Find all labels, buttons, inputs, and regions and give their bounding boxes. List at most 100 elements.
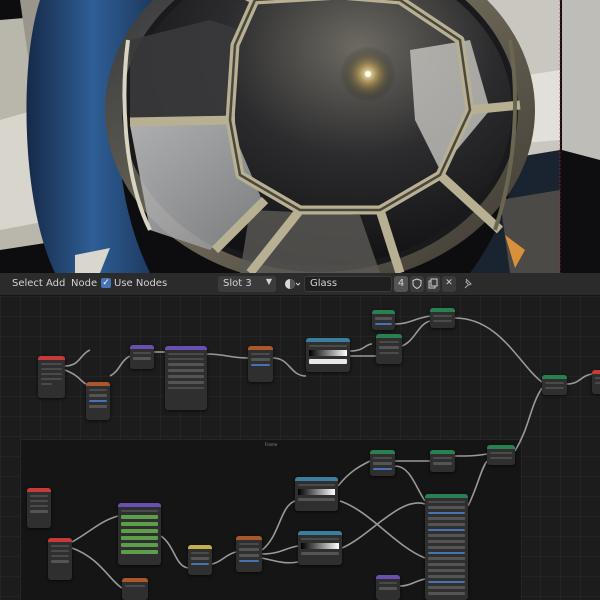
chevron-down-icon: ▼ [265,277,272,286]
material-name-field[interactable]: Glass [304,276,392,292]
node-header[interactable] [248,346,273,350]
node-mix-shader-final[interactable] [542,375,567,395]
node-header[interactable] [165,346,207,350]
node-socket-row [251,353,270,355]
node-header[interactable] [592,370,600,374]
node-header[interactable] [376,334,402,338]
node-socket-row [298,484,335,486]
node-header[interactable] [430,450,455,454]
node-socket-row [379,587,397,590]
node-frame-texcoord[interactable] [27,488,51,528]
node-header[interactable] [425,494,468,498]
node-material-output[interactable] [592,370,600,394]
node-header[interactable] [130,345,154,349]
node-frame-principled-group[interactable] [118,503,161,565]
node-header[interactable] [487,445,515,449]
node-frame-color-ramp-b[interactable] [298,531,342,565]
sphere-material-icon [285,279,301,289]
duplicate-icon[interactable] [426,276,440,292]
node-link [109,355,131,377]
node-mix-shader[interactable] [376,334,402,364]
node-header[interactable] [86,382,110,386]
node-frame-add-shader[interactable] [487,445,515,465]
node-header[interactable] [295,477,338,481]
node-socket-row [428,534,465,537]
node-mapping[interactable] [86,382,110,420]
node-texture-coordinate[interactable] [38,356,65,398]
node-add-shader[interactable] [430,308,455,328]
node-socket-row [239,548,259,551]
node-socket-row [301,552,339,555]
node-header[interactable] [236,536,262,540]
node-socket-row [30,505,48,507]
node-frame-principled-bsdf[interactable] [425,494,468,600]
node-frame-vector[interactable] [376,575,400,600]
node-socket-row [191,563,209,565]
node-header[interactable] [188,545,212,549]
menu-add[interactable]: Add [46,278,65,289]
node-socket-row [433,315,452,317]
node-socket-row [30,510,48,513]
node-header[interactable] [372,310,395,314]
use-nodes-checkbox[interactable]: ✓ [101,278,111,288]
node-header[interactable] [48,538,72,542]
node-socket-row [121,550,158,554]
material-browse-button[interactable] [283,276,301,292]
node-header[interactable] [118,503,161,507]
node-socket-row [89,389,107,391]
node-socket-row [41,363,62,365]
node-socket-row [301,538,339,540]
node-socket-row [125,585,145,587]
close-icon[interactable]: ✕ [442,276,456,292]
3d-viewport[interactable] [0,0,600,273]
node-frame-clamp[interactable] [188,545,212,575]
node-color-ramp[interactable] [306,338,350,372]
node-header[interactable] [298,531,342,535]
node-vector-math[interactable] [130,345,154,369]
node-noise-texture[interactable] [165,346,207,410]
node-link [401,320,431,347]
node-socket-row [89,394,107,397]
node-socket-row [168,358,204,360]
node-frame-color-ramp-a[interactable] [295,477,338,511]
node-frame-math[interactable] [122,578,148,600]
shield-icon[interactable] [410,276,424,292]
node-header[interactable] [122,578,148,582]
node-socket-row [428,581,465,583]
node-socket-row [168,381,204,384]
node-header[interactable] [370,450,395,454]
node-socket-row [133,352,151,354]
node-frame-mix[interactable] [430,450,455,472]
slot-dropdown[interactable]: Slot 3 ▼ [218,276,276,292]
node-socket-row [51,550,69,552]
node-link [64,369,87,385]
menu-select[interactable]: Select [12,278,43,289]
node-header[interactable] [306,338,350,342]
menu-node[interactable]: Node [71,278,97,289]
node-socket-row [298,498,335,501]
node-header[interactable] [376,575,400,579]
use-nodes-label[interactable]: Use Nodes [114,278,167,289]
node-socket-row [433,320,452,322]
pin-icon[interactable] [461,276,475,292]
node-socket-row [51,555,69,557]
node-frame-geometry[interactable] [370,450,395,476]
node-header[interactable] [542,375,567,379]
node-geometry[interactable] [372,310,395,330]
node-socket-row [251,364,270,366]
node-link [349,343,373,352]
user-count[interactable]: 4 [394,276,408,292]
node-frame-map-range[interactable] [236,536,262,572]
node-editor-canvas[interactable]: Frame [0,296,600,600]
node-frame-attribute[interactable] [48,538,72,580]
node-math[interactable] [248,346,273,382]
node-link [272,357,307,377]
node-socket-row [433,462,452,465]
node-socket-row [428,575,465,578]
node-header[interactable] [27,488,51,492]
node-socket-row [121,510,158,512]
node-socket-row [428,506,465,509]
node-header[interactable] [430,308,455,312]
node-socket-row [428,523,465,526]
node-header[interactable] [38,356,65,360]
